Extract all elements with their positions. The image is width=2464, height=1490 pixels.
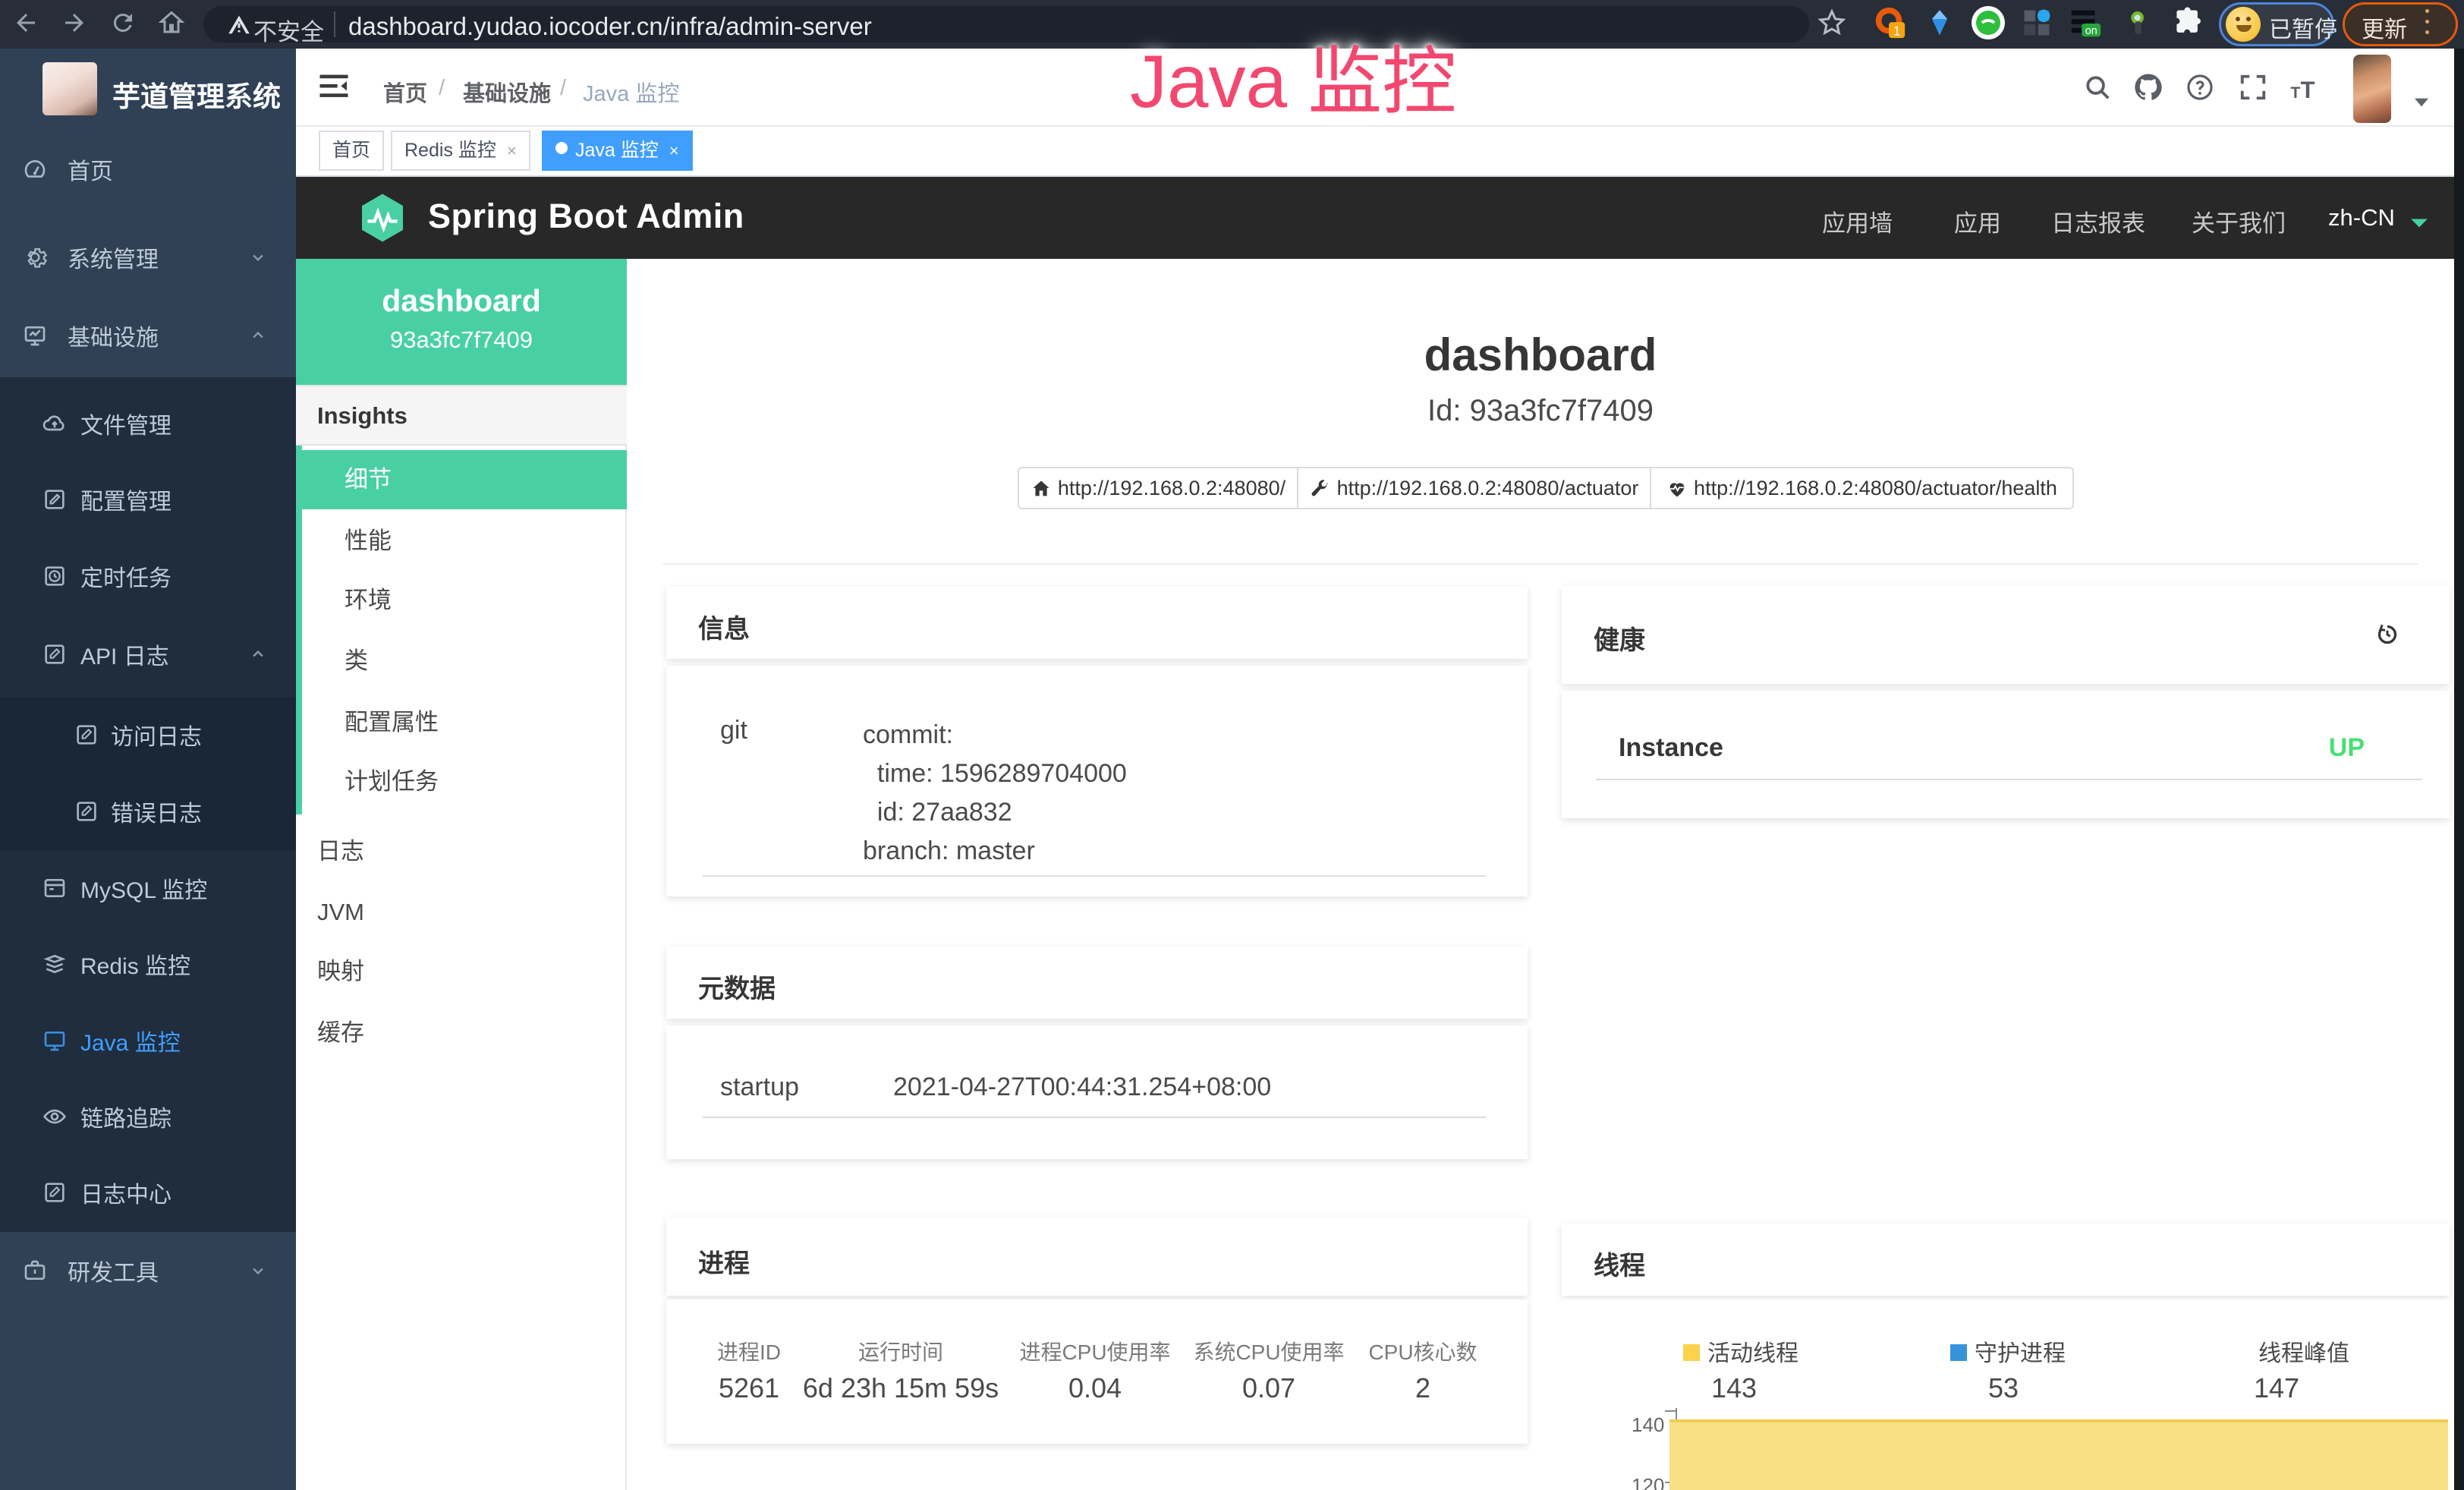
svg-text:T: T xyxy=(2290,83,2300,102)
svg-text:T: T xyxy=(2300,77,2315,102)
svg-text:on: on xyxy=(2085,25,2097,37)
svg-text:1: 1 xyxy=(1893,23,1901,38)
